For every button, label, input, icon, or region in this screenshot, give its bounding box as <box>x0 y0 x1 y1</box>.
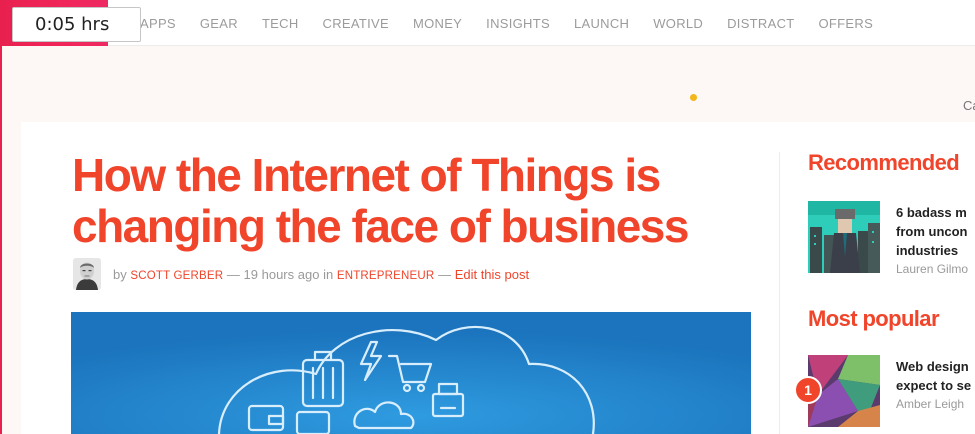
nav-item-world[interactable]: WORLD <box>653 16 703 31</box>
iot-cloud-illustration <box>71 312 751 434</box>
article-byline: by SCOTT GERBER — 19 hours ago in ENTREP… <box>113 267 529 282</box>
article-hero-image <box>71 312 751 434</box>
ad-partial-text: Ca <box>963 98 975 113</box>
author-link[interactable]: SCOTT GERBER <box>130 270 223 282</box>
sidebar-divider <box>779 152 780 434</box>
title-line: Web design <box>896 359 969 374</box>
nav-item-gear[interactable]: GEAR <box>200 16 238 31</box>
nav-item-money[interactable]: MONEY <box>413 16 462 31</box>
byline-separator: — <box>226 267 240 282</box>
category-link[interactable]: ENTREPRENEUR <box>337 270 435 282</box>
page-edge-accent <box>0 46 2 434</box>
nav-item-distract[interactable]: DISTRACT <box>727 16 794 31</box>
title-line: expect to se <box>896 378 972 393</box>
nav-item-insights[interactable]: INSIGHTS <box>486 16 550 31</box>
most-popular-heading: Most popular <box>808 306 940 331</box>
popular-article-title[interactable]: Web design expect to se <box>896 357 975 395</box>
author-avatar[interactable] <box>73 258 101 290</box>
nav-menu: APPS GEAR TECH CREATIVE MONEY INSIGHTS L… <box>140 0 897 46</box>
nav-item-launch[interactable]: LAUNCH <box>574 16 629 31</box>
title-line: from uncon <box>896 224 968 239</box>
recommended-heading: Recommended <box>808 150 960 175</box>
nav-item-apps[interactable]: APPS <box>140 16 176 31</box>
title-line: industries <box>896 243 959 258</box>
nav-item-tech[interactable]: TECH <box>262 16 299 31</box>
title-line: 6 badass m <box>896 205 967 220</box>
rank-badge: 1 <box>794 376 822 404</box>
top-navigation-bar: APPS GEAR TECH CREATIVE MONEY INSIGHTS L… <box>0 0 975 46</box>
publish-time: 19 hours ago <box>243 267 320 282</box>
nav-item-offers[interactable]: OFFERS <box>819 16 874 31</box>
byline-in: in <box>323 267 334 282</box>
byline-separator: — <box>438 267 452 282</box>
author-portrait-icon <box>73 258 101 290</box>
nav-item-creative[interactable]: CREATIVE <box>323 16 389 31</box>
timer-overlay: 0:05 hrs <box>12 7 141 42</box>
article-title: How the Internet of Things is changing t… <box>72 149 689 252</box>
recommended-thumbnail-image <box>808 201 880 273</box>
recommended-author: Lauren Gilmo <box>896 262 969 276</box>
ad-loading-dot-icon <box>690 94 697 101</box>
byline-by: by <box>113 267 127 282</box>
edit-post-link[interactable]: Edit this post <box>455 267 529 282</box>
recommended-thumbnail[interactable] <box>808 201 880 273</box>
popular-author: Amber Leigh <box>896 397 965 411</box>
recommended-article-title[interactable]: 6 badass m from uncon industries <box>896 203 975 260</box>
